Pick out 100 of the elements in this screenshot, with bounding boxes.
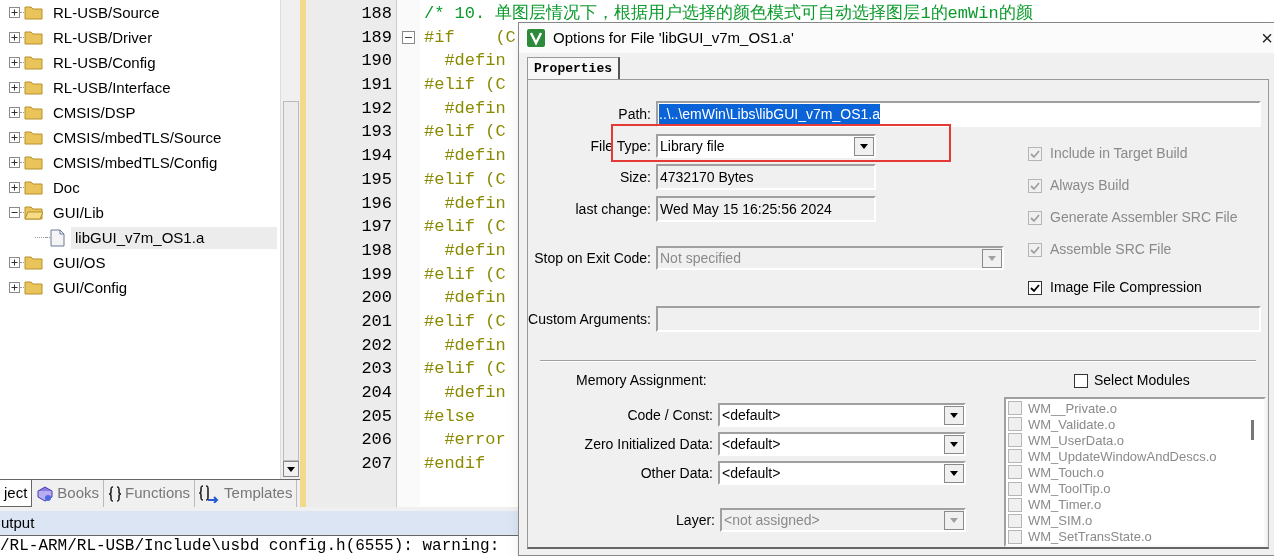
field-label: Size: [618,167,652,187]
line-number: 190 [361,50,392,73]
memory-dropdown[interactable]: <default> [718,461,966,485]
line-number: 198 [361,239,392,262]
tree-item[interactable]: CMSIS/mbedTLS/Config [49,151,222,174]
file-type-dropdown[interactable]: Library file [656,134,876,158]
panel-tab[interactable]: Books [32,480,105,507]
collapse-icon[interactable] [9,207,20,218]
expand-icon[interactable] [9,57,20,68]
code-line: #defin [443,334,506,357]
scrollbar[interactable] [280,0,300,479]
field-label: Code / Const: [626,405,714,425]
tree-item[interactable]: RL-USB/Source [49,1,164,24]
code-line: #defin [443,145,506,168]
folder-icon [24,130,43,145]
line-number: 202 [361,334,392,357]
tree-item[interactable]: RL-USB/Config [49,51,160,74]
scroll-down-icon[interactable] [282,461,299,477]
dialog-title: Options for File 'libGUI_v7m_OS1.a' [553,27,795,48]
field-label: Stop on Exit Code: [533,248,652,268]
option-label: Generate Assembler SRC File [1050,208,1238,227]
code-line: #defin [443,382,506,404]
folder-icon [24,105,43,120]
tree-item[interactable]: Doc [49,176,84,199]
collapse-icon[interactable] [402,31,415,45]
section-label: Memory Assignment: [576,371,708,390]
code-line: #defin [443,50,506,73]
folder-icon [24,255,43,270]
tree-item[interactable]: libGUI_v7m_OS1.a [71,226,277,249]
code-line: #else [423,405,475,428]
custom-arguments-field[interactable] [656,306,1261,332]
code-line: #defin [443,97,506,120]
code-line: #defin [443,287,506,310]
tree-item[interactable]: RL-USB/Interface [49,76,175,99]
expand-icon[interactable] [9,82,20,93]
panel-tab[interactable]: Functions [104,480,196,507]
code-line: #defin [443,239,506,262]
field-label: Zero Initialized Data: [583,434,714,454]
tree-item[interactable]: GUI/Lib [49,201,108,224]
code-line: #elif (C [423,121,506,144]
code-line: #elif (C [423,358,506,381]
tree-item[interactable]: CMSIS/DSP [49,101,140,124]
tree-item[interactable]: CMSIS/mbedTLS/Source [49,126,226,149]
close-button[interactable]: × [1259,28,1274,48]
memory-dropdown[interactable]: <default> [718,403,966,427]
option-label: Always Build [1050,176,1130,195]
tree-item[interactable]: GUI/Config [49,276,132,299]
file-icon [50,228,65,247]
code-line: #elif (C [423,168,506,191]
tree-item[interactable]: RL-USB/Driver [49,26,157,49]
field-label: Custom Arguments: [528,309,652,329]
checkbox[interactable] [1074,373,1088,388]
tree-item[interactable]: GUI/OS [49,251,110,274]
app-icon [527,29,545,47]
expand-icon[interactable] [9,282,20,293]
panel-tab[interactable]: Templates [195,480,298,507]
folder-icon [24,155,43,170]
option-label: Select Modules [1094,371,1190,390]
line-number: 204 [361,382,392,404]
field-label: Layer: [675,510,716,530]
expand-icon[interactable] [9,107,20,118]
code-line: /* 10. 单图层情况下，根据用户选择的颜色模式可自动选择图层1的emWin的颜 [423,3,1033,25]
expand-icon[interactable] [9,132,20,143]
code-line: #endif [423,453,486,476]
line-number: 189 [361,26,392,49]
folder-icon [24,280,43,295]
option-label: Assemble SRC File [1050,240,1172,259]
code-line: #elif (C [423,263,506,286]
line-number: 188 [361,3,392,25]
option-label: Include in Target Build [1050,144,1188,163]
code-line: #error [443,429,506,452]
expand-icon[interactable] [9,7,20,18]
line-number: 195 [361,168,392,191]
folder-icon [24,205,43,220]
checkbox[interactable] [1028,280,1042,295]
folder-icon [24,80,43,95]
size-field: 4732170 Bytes [656,164,876,190]
expand-icon[interactable] [9,32,20,43]
line-number: 199 [361,263,392,286]
line-number: 192 [361,97,392,120]
expand-icon[interactable] [9,182,20,193]
line-number: 193 [361,121,392,144]
path-field[interactable]: ..\..\emWin\Libs\libGUI_v7m_OS1.a [656,101,1261,127]
folder-icon [24,30,43,45]
output-line: /RL-ARM/RL-USB/Include\usbd config.h(6555): warning: [0,536,500,556]
scrollbar-thumb[interactable] [1251,420,1254,440]
line-number: 191 [361,74,392,97]
line-number: 194 [361,145,392,168]
braces-icon [108,485,123,502]
memory-dropdown[interactable]: <default> [718,432,966,456]
dialog-tab[interactable]: Properties [527,57,620,79]
folder-icon [24,55,43,70]
folder-icon [24,5,43,20]
code-line: #defin [443,192,506,215]
last-change-field: Wed May 15 16:25:56 2024 [656,196,876,222]
option-label: Image File Compression [1050,278,1202,297]
panel-tab[interactable]: ject [0,480,33,507]
expand-icon[interactable] [9,257,20,268]
line-number: 196 [361,192,392,215]
expand-icon[interactable] [9,157,20,168]
